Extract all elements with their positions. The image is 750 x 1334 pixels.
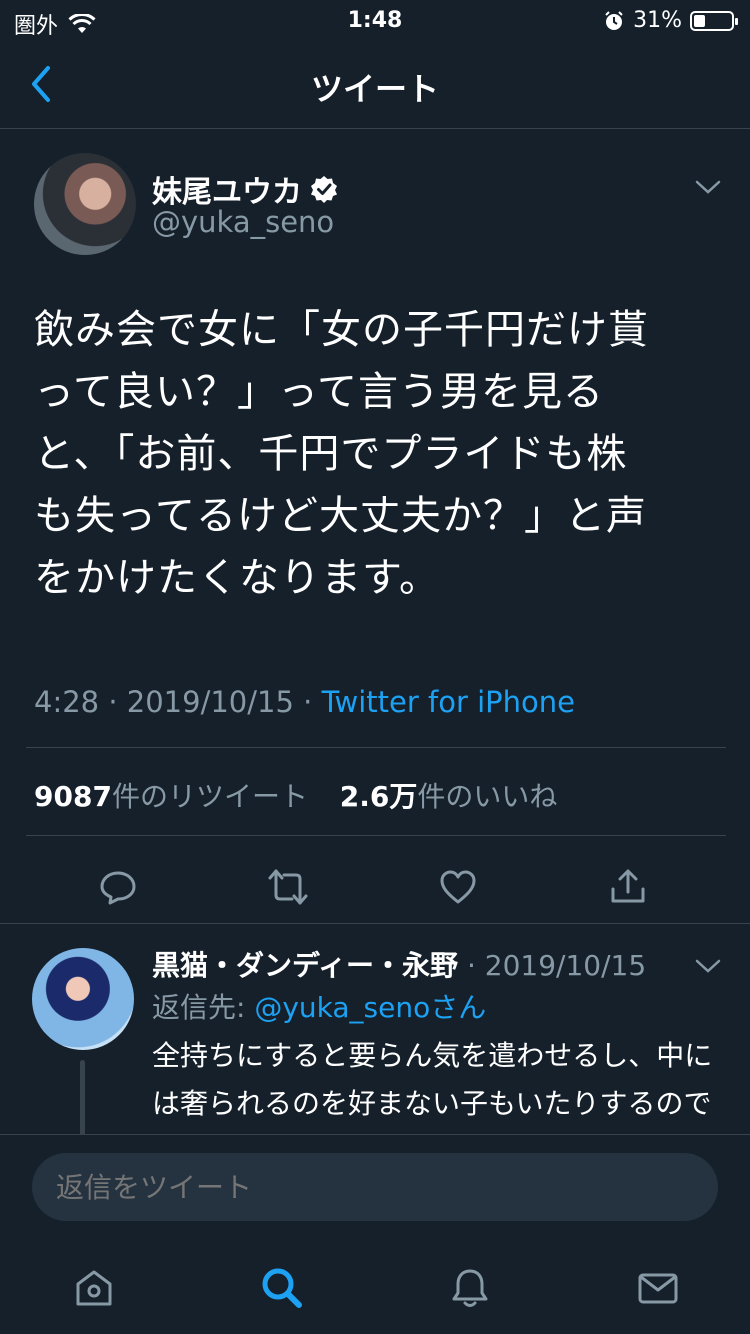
bell-icon bbox=[452, 1269, 488, 1307]
reply-text: 全持ちにすると要らん気を遣わせるし、中には奢られるのを好まない子もいたりするので… bbox=[152, 1039, 713, 1120]
reply-mention-suffix: さん bbox=[430, 991, 487, 1024]
reply-to-line: 返信先: @yuka_senoさん bbox=[152, 986, 486, 1026]
like-stat[interactable]: 2.6万件のいいね bbox=[340, 780, 558, 813]
tweet-actions bbox=[0, 857, 750, 927]
tweet-text: 飲み会で女に「女の子千円だけ貰 って良い？」って言う男を見る と、「お前、千円で… bbox=[34, 299, 714, 609]
meta-separator: · bbox=[108, 685, 127, 719]
alarm-icon bbox=[605, 10, 623, 30]
compose-bar bbox=[0, 1134, 750, 1239]
verified-badge-icon bbox=[311, 176, 337, 203]
like-count: 2.6万 bbox=[339, 780, 418, 813]
retweet-button[interactable] bbox=[258, 857, 318, 917]
divider bbox=[26, 835, 726, 836]
share-icon bbox=[611, 869, 645, 903]
reply-separator: · bbox=[466, 949, 485, 982]
retweet-count: 9087 bbox=[34, 780, 112, 813]
tab-notifications[interactable] bbox=[440, 1258, 500, 1318]
thread-line bbox=[80, 1060, 85, 1134]
reply-header: 黒猫・ダンディー・永野 · 2019/10/15 bbox=[152, 944, 646, 984]
tab-home[interactable] bbox=[64, 1258, 124, 1318]
author-handle[interactable]: @yuka_seno bbox=[152, 205, 334, 239]
reply-mention-handle: @yuka_seno bbox=[254, 991, 431, 1024]
home-icon bbox=[76, 1270, 112, 1306]
tweet-text-line: って良い？」って言う男を見る bbox=[34, 369, 604, 415]
battery-fill bbox=[694, 14, 705, 27]
tweet-text-line: も失ってるけど大丈夫か？」と声 bbox=[34, 493, 647, 539]
chevron-down-icon[interactable] bbox=[694, 956, 722, 976]
divider bbox=[26, 747, 726, 748]
chevron-down-icon[interactable] bbox=[694, 177, 722, 197]
meta-separator: · bbox=[303, 685, 322, 719]
status-right: 31% bbox=[603, 8, 738, 33]
battery-icon bbox=[690, 10, 738, 31]
reply-author-name[interactable]: 黒猫・ダンディー・永野 bbox=[152, 949, 458, 982]
search-icon bbox=[262, 1268, 302, 1308]
reply-compose-input[interactable] bbox=[32, 1153, 718, 1221]
envelope-icon bbox=[638, 1273, 678, 1304]
page-title: ツイート bbox=[310, 70, 439, 108]
tweet-text-line: をかけたくなります。 bbox=[34, 555, 440, 601]
reply-author-avatar[interactable] bbox=[32, 948, 134, 1050]
reply-to-mention[interactable]: @yuka_senoさん bbox=[254, 991, 486, 1024]
retweet-icon bbox=[268, 869, 308, 905]
tab-messages[interactable] bbox=[628, 1258, 688, 1318]
battery-percent: 31% bbox=[633, 8, 682, 33]
tweet-stats: 9087件のリツイート 2.6万件のいいね bbox=[34, 775, 557, 815]
tweet-meta: 4:28 · 2019/10/15 · Twitter for iPhone bbox=[34, 685, 575, 719]
heart-icon bbox=[440, 870, 476, 904]
author-avatar[interactable] bbox=[34, 153, 136, 255]
status-bar: 圏外 1:48 31% bbox=[0, 0, 750, 40]
tab-search[interactable] bbox=[252, 1258, 312, 1318]
tweet-time: 4:28 bbox=[34, 685, 100, 719]
reply-icon bbox=[100, 871, 136, 905]
tweet-date: 2019/10/15 bbox=[126, 685, 294, 719]
reply-button[interactable] bbox=[88, 857, 148, 917]
share-button[interactable] bbox=[598, 857, 658, 917]
reply-date: 2019/10/15 bbox=[484, 949, 647, 982]
like-button[interactable] bbox=[428, 857, 488, 917]
tweet-text-line: 飲み会で女に「女の子千円だけ貰 bbox=[34, 307, 649, 353]
retweet-stat[interactable]: 9087件のリツイート bbox=[34, 780, 308, 813]
tab-bar bbox=[0, 1238, 750, 1334]
tweet-source-link[interactable]: Twitter for iPhone bbox=[322, 685, 575, 719]
retweet-label: 件のリツイート bbox=[111, 780, 308, 813]
reply-to-prefix: 返信先: bbox=[152, 991, 255, 1024]
navigation-bar: ツイート bbox=[0, 40, 750, 129]
like-label: 件のいいね bbox=[417, 780, 558, 813]
reply-tweet[interactable]: 黒猫・ダンディー・永野 · 2019/10/15 返信先: @yuka_seno… bbox=[0, 924, 750, 1134]
tweet-text-line: と、「お前、千円でプライドも株 bbox=[34, 431, 628, 477]
